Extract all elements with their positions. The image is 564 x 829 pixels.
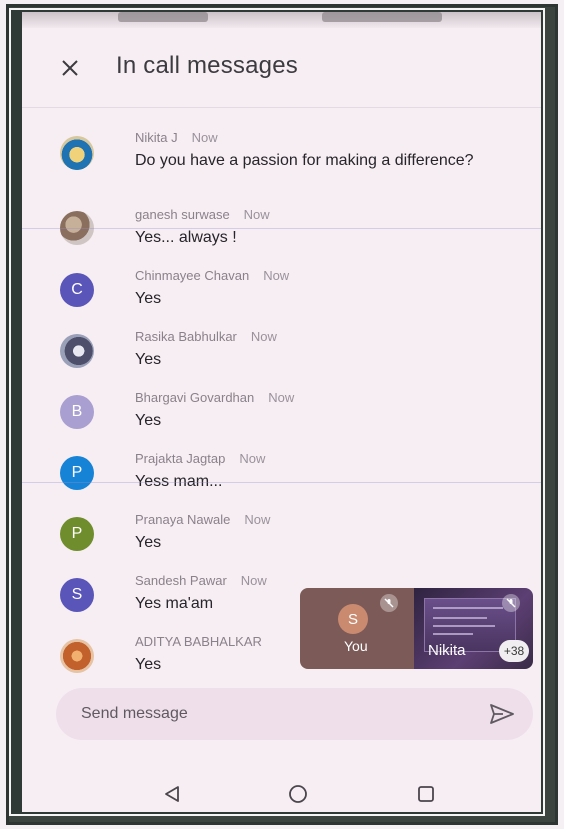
send-icon[interactable] — [489, 702, 515, 726]
sender-name: Rasika Babhulkar — [135, 329, 237, 344]
mic-off-icon — [502, 594, 520, 612]
sender-name: Bhargavi Govardhan — [135, 390, 255, 405]
sender-name: Prajakta Jagtap — [135, 451, 226, 466]
recents-button[interactable] — [412, 780, 440, 808]
slide-text-line — [433, 617, 487, 619]
close-icon — [62, 60, 78, 76]
sender-name: Pranaya Nawale — [135, 512, 231, 527]
avatar: P — [60, 517, 94, 551]
message-time: Now — [239, 451, 266, 466]
status-bar-fragment — [118, 12, 208, 22]
message-time: Now — [243, 207, 270, 222]
slide-text-line — [433, 633, 473, 635]
sender-name: ganesh surwase — [135, 207, 230, 222]
mic-off-icon — [380, 594, 398, 612]
tile-label: You — [344, 638, 368, 654]
avatar — [60, 639, 94, 673]
send-message-input[interactable] — [81, 705, 441, 723]
message-text: Yes — [135, 351, 162, 368]
page-title: In call messages — [116, 52, 298, 79]
message-time: Now — [268, 390, 295, 405]
avatar: S — [60, 578, 94, 612]
system-nav-bar — [22, 772, 541, 812]
home-button[interactable] — [284, 780, 312, 808]
avatar: C — [60, 273, 94, 307]
home-circle-icon — [289, 785, 307, 803]
scan-artifact-line — [22, 482, 541, 483]
slide-text-line — [433, 607, 503, 609]
avatar: B — [60, 395, 94, 429]
avatar: P — [60, 456, 94, 490]
avatar — [60, 334, 94, 368]
scan-artifact-line — [22, 228, 541, 229]
slide-text-line — [433, 625, 495, 627]
avatar — [60, 136, 94, 170]
sender-name: Nikita J — [135, 130, 178, 145]
recents-square-icon — [418, 786, 434, 802]
header: In call messages — [22, 48, 541, 94]
sender-name: ADITYA BABHALKAR — [135, 634, 262, 649]
sender-name: Sandesh Pawar — [135, 573, 227, 588]
status-bar-fragment — [322, 12, 442, 22]
back-triangle-icon — [165, 786, 179, 802]
tile-you[interactable]: S You — [300, 588, 414, 669]
message-time: Now — [250, 329, 277, 344]
message-text: Yes — [135, 290, 162, 307]
phone-screen: In call messages Nikita J Now Do you have… — [22, 12, 541, 812]
message-text: Yes — [135, 412, 162, 429]
more-participants-badge[interactable]: +38 — [499, 640, 529, 662]
sender-name: Chinmayee Chavan — [135, 268, 250, 283]
message-time: Now — [263, 268, 290, 283]
close-button[interactable] — [56, 54, 84, 82]
avatar: S — [338, 604, 368, 634]
message-time: Now — [240, 573, 267, 588]
tile-nikita[interactable]: Nikita +38 — [414, 588, 533, 669]
message-text: Yes... always ! — [135, 229, 237, 246]
header-divider — [22, 107, 541, 108]
tile-label: Nikita — [428, 642, 466, 659]
message-composer — [56, 688, 533, 740]
message-time: Now — [191, 130, 218, 145]
participant-tiles[interactable]: S You Nikita +38 — [300, 588, 533, 669]
status-bar — [22, 12, 541, 28]
message-time: Now — [244, 512, 271, 527]
back-button[interactable] — [158, 780, 186, 808]
message-text: Yes — [135, 534, 162, 551]
message-text: Do you have a passion for making a diffe… — [135, 152, 474, 169]
